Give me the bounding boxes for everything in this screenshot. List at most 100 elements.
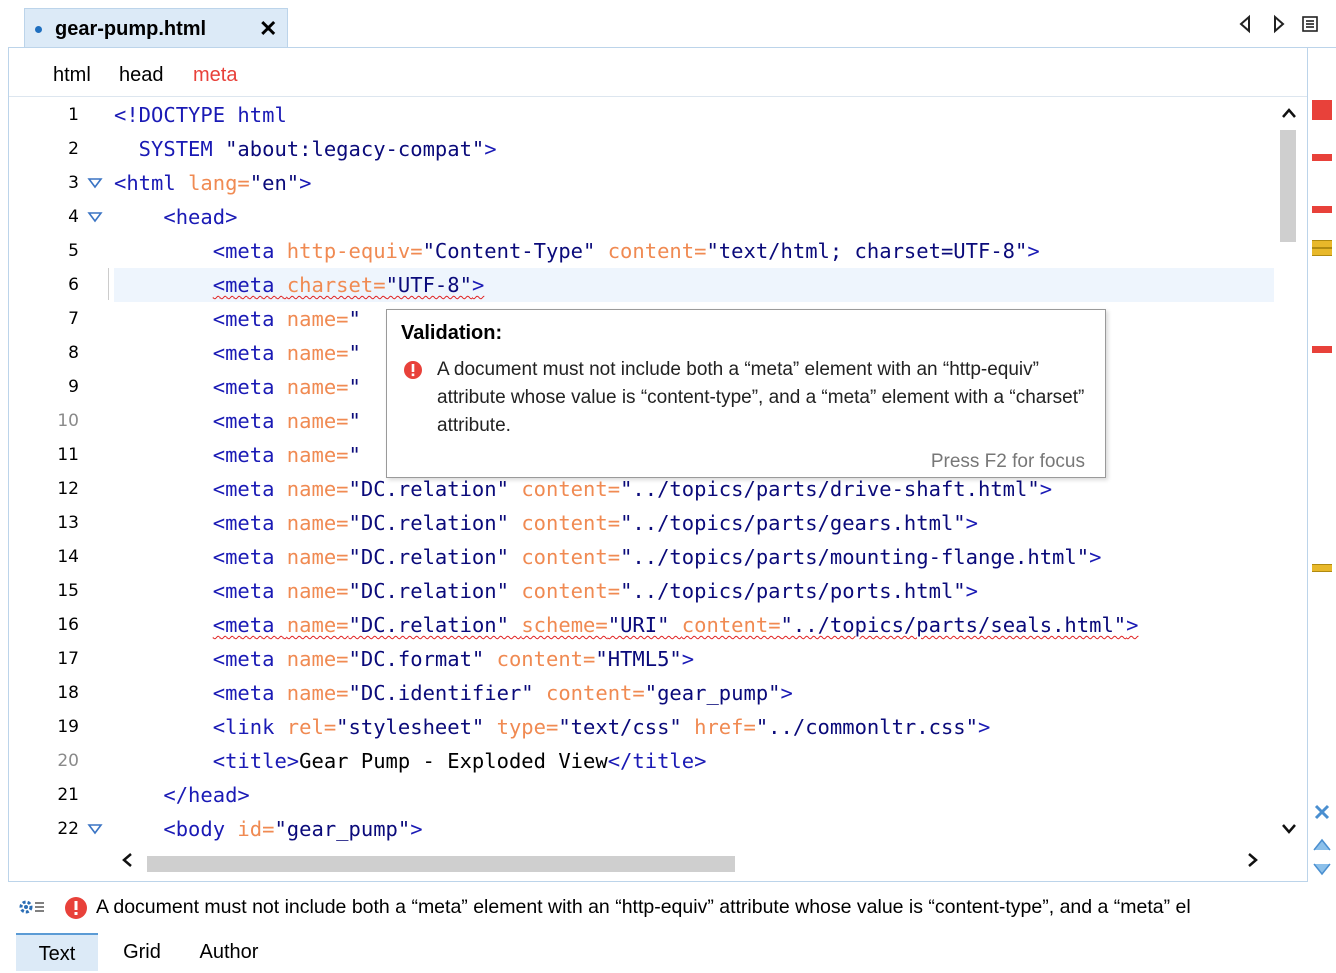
code-line[interactable]: <meta charset="UTF-8">: [114, 268, 1274, 302]
chevron-left-icon[interactable]: [121, 852, 133, 873]
fold-toggle-icon[interactable]: [87, 812, 103, 846]
code-line[interactable]: <meta name="DC.identifier" content="gear…: [114, 676, 1274, 710]
close-tab-button[interactable]: ✕: [259, 16, 277, 42]
list-menu-icon[interactable]: [1300, 14, 1320, 34]
line-number: 17: [57, 649, 79, 669]
code-line[interactable]: SYSTEM "about:legacy-compat">: [114, 132, 1274, 166]
close-markers-icon[interactable]: [1312, 802, 1332, 822]
previous-problem-icon[interactable]: [1312, 836, 1332, 856]
vertical-scrollbar[interactable]: [1277, 98, 1305, 848]
code-token: content=: [521, 511, 621, 535]
gear-list-icon[interactable]: [18, 897, 46, 917]
tooltip-focus-hint: Press F2 for focus: [930, 451, 1085, 472]
triangle-right-icon[interactable]: [1268, 14, 1288, 34]
horizontal-scrollbar[interactable]: [109, 848, 1277, 878]
fold-toggle-icon[interactable]: [87, 200, 103, 234]
code-token: http-equiv=: [286, 239, 423, 263]
code-line[interactable]: <html lang="en">: [114, 166, 1274, 200]
vertical-scroll-thumb[interactable]: [1280, 130, 1296, 242]
line-number: 13: [57, 513, 79, 533]
code-token: href=: [694, 715, 756, 739]
code-token: >: [471, 273, 485, 297]
code-token: "UTF-8": [385, 273, 472, 297]
code-line[interactable]: <body id="gear_pump">: [114, 812, 1274, 846]
code-token: <meta: [114, 545, 287, 569]
code-token: name=: [286, 647, 349, 671]
code-line[interactable]: <link rel="stylesheet" type="text/css" h…: [114, 710, 1274, 744]
code-token: content=: [521, 579, 621, 603]
code-line[interactable]: <title>Gear Pump - Exploded View</title>: [114, 744, 1274, 778]
code-line[interactable]: </head>: [114, 778, 1274, 812]
line-number: 10: [57, 411, 79, 431]
code-line[interactable]: <meta name="DC.relation" content="../top…: [114, 506, 1274, 540]
code-token: "DC.identifier": [348, 681, 546, 705]
code-line[interactable]: <meta name="DC.relation" content="../top…: [114, 574, 1274, 608]
line-number: 19: [57, 717, 79, 737]
code-token: ": [348, 375, 361, 399]
triangle-left-icon[interactable]: [1236, 14, 1256, 34]
code-token: "gear_pump": [644, 681, 781, 705]
code-token: <meta: [212, 273, 287, 297]
code-token: scheme=: [521, 613, 608, 637]
code-line[interactable]: <meta name="DC.format" content="HTML5">: [114, 642, 1274, 676]
tab-grid[interactable]: Grid: [112, 933, 172, 971]
code-line[interactable]: <meta name="DC.relation" scheme="URI" co…: [114, 608, 1274, 642]
line-number: 18: [57, 683, 79, 703]
code-token: <meta: [114, 511, 287, 535]
chevron-down-icon[interactable]: [1281, 820, 1297, 839]
code-token: >: [681, 647, 695, 671]
code-token: "../topics/parts/ports.html": [620, 579, 966, 603]
code-token: "DC.relation": [348, 477, 522, 501]
code-token: <meta: [114, 477, 287, 501]
line-number: 9: [68, 377, 79, 397]
warning-marker[interactable]: [1312, 248, 1332, 256]
code-line[interactable]: <head>: [114, 200, 1274, 234]
code-token: <meta: [114, 375, 287, 399]
code-token: >: [965, 579, 978, 603]
error-marker[interactable]: [1312, 346, 1332, 353]
line-number: 20: [57, 751, 79, 771]
problem-status-line[interactable]: A document must not include both a “meta…: [0, 890, 1336, 926]
code-token: Gear Pump - Exploded View: [299, 749, 608, 773]
chevron-right-icon[interactable]: [1247, 852, 1259, 873]
code-token: <meta: [114, 647, 287, 671]
code-token: content=: [521, 477, 621, 501]
code-line[interactable]: <!DOCTYPE html: [114, 98, 1274, 132]
tab-author[interactable]: Author: [186, 933, 272, 971]
breadcrumb-meta[interactable]: meta: [193, 64, 237, 87]
error-icon: [403, 360, 423, 380]
code-line[interactable]: <meta http-equiv="Content-Type" content=…: [114, 234, 1274, 268]
code-token: "about:legacy-compat": [225, 137, 485, 161]
code-token: "text/css": [558, 715, 695, 739]
code-token: <meta: [114, 443, 287, 467]
breadcrumb-html[interactable]: html: [53, 64, 91, 87]
chevron-up-icon[interactable]: [1281, 104, 1297, 123]
code-token: rel=: [286, 715, 337, 739]
code-token: >: [1027, 239, 1040, 263]
line-number: 12: [57, 479, 79, 499]
code-token: name=: [286, 341, 349, 365]
code-token: <meta: [114, 239, 287, 263]
error-marker[interactable]: [1312, 206, 1332, 213]
horizontal-scroll-thumb[interactable]: [147, 856, 735, 872]
fold-toggle-icon[interactable]: [87, 166, 103, 200]
line-number: 22: [57, 819, 79, 839]
file-tab[interactable]: gear-pump.html ✕: [24, 8, 288, 48]
error-icon: [64, 896, 88, 920]
warning-marker[interactable]: [1312, 240, 1332, 248]
code-token: <meta: [114, 579, 287, 603]
breadcrumb-head[interactable]: head: [119, 64, 164, 87]
line-number: 2: [68, 139, 79, 159]
code-line[interactable]: <meta name="DC.relation" content="../top…: [114, 540, 1274, 574]
status-message: A document must not include both a “meta…: [96, 896, 1191, 918]
error-summary-marker[interactable]: [1312, 100, 1332, 120]
line-number: 4: [68, 207, 79, 227]
overview-ruler: [1308, 96, 1336, 882]
next-problem-icon[interactable]: [1312, 862, 1332, 882]
code-token: "../topics/parts/drive-shaft.html": [620, 477, 1040, 501]
tab-text[interactable]: Text: [16, 933, 98, 971]
warning-marker[interactable]: [1312, 564, 1332, 572]
error-marker[interactable]: [1312, 154, 1332, 161]
code-token: <title>: [114, 749, 300, 773]
